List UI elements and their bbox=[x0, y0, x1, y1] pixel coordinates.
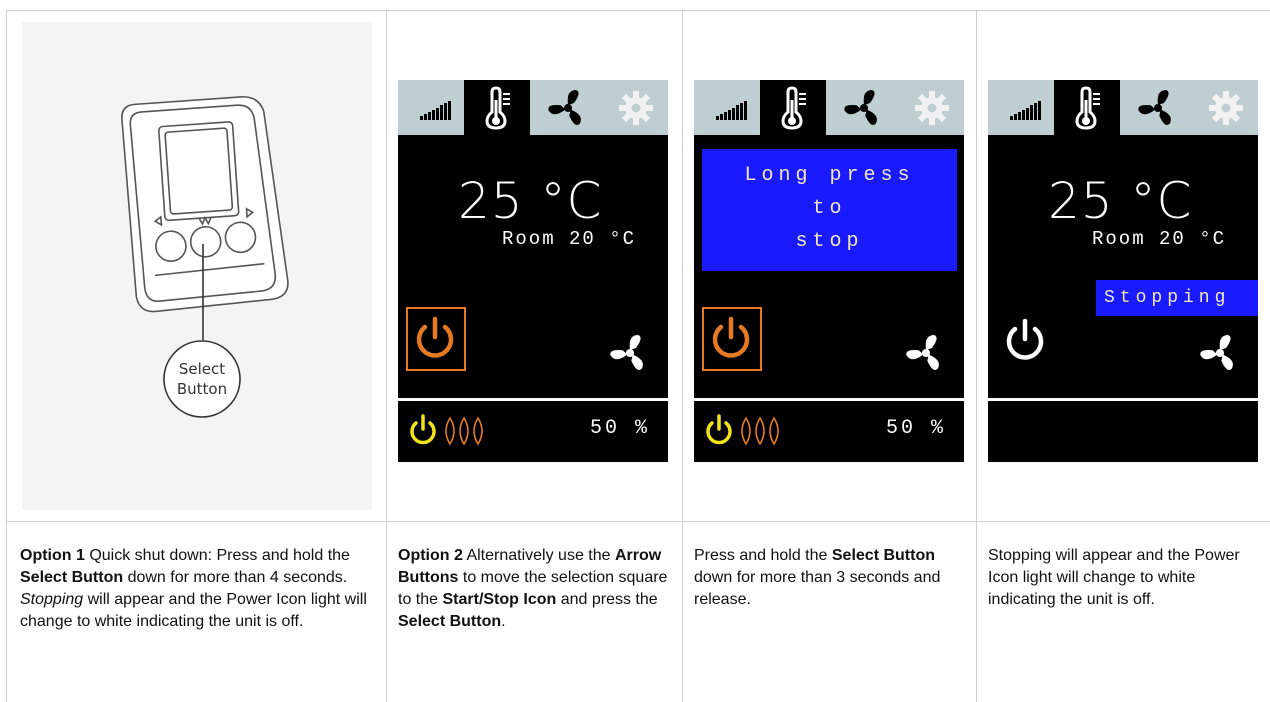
power-status-icon bbox=[410, 414, 436, 445]
device-illustration-panel: Select Button bbox=[22, 22, 372, 510]
long-press-message: Long press to stop bbox=[702, 149, 957, 271]
power-percentage: 50 % bbox=[590, 417, 651, 440]
column-divider-3 bbox=[976, 10, 977, 702]
signal-bars-icon bbox=[420, 101, 451, 120]
power-icon[interactable] bbox=[413, 315, 457, 361]
table-top-border bbox=[6, 10, 1270, 11]
fan-icon bbox=[844, 90, 877, 125]
signal-bars-icon bbox=[1010, 101, 1041, 120]
thermometer-icon bbox=[1075, 86, 1100, 130]
room-temperature: Room 20 °C bbox=[1092, 228, 1227, 250]
table-row-divider bbox=[6, 521, 1270, 522]
stopping-description: Stopping will appear and the Power Icon … bbox=[988, 547, 1240, 608]
power-percentage: 50 % bbox=[886, 417, 947, 440]
gear-icon bbox=[915, 91, 949, 125]
fan-mode-icon[interactable] bbox=[610, 333, 650, 373]
long-press-description: Press and hold the Select Button down fo… bbox=[694, 547, 941, 608]
gear-icon bbox=[619, 91, 653, 125]
set-temperature: 25 °C bbox=[458, 172, 603, 230]
column-divider-2 bbox=[682, 10, 683, 702]
power-icon[interactable] bbox=[709, 315, 753, 361]
signal-bars-icon bbox=[716, 101, 747, 120]
screen-option-2: 25 °C Room 20 °C 50 % bbox=[398, 80, 668, 462]
room-temperature: Room 20 °C bbox=[502, 228, 637, 250]
column-divider-1 bbox=[386, 10, 387, 702]
table-left-border bbox=[6, 10, 7, 702]
power-status-icon bbox=[706, 414, 732, 445]
stopping-status: Stopping bbox=[1096, 280, 1258, 316]
screen-divider bbox=[988, 398, 1258, 401]
fan-mode-icon[interactable] bbox=[906, 333, 946, 373]
screen-divider bbox=[398, 398, 668, 401]
thermometer-icon bbox=[485, 86, 510, 130]
select-button-callout-label: Select Button bbox=[176, 360, 228, 398]
option-1-description: Option 1 Quick shut down: Press and hold… bbox=[20, 547, 367, 630]
gear-icon bbox=[1209, 91, 1243, 125]
screen-divider bbox=[694, 398, 964, 401]
fan-mode-icon[interactable] bbox=[1200, 333, 1240, 373]
option-2-description: Option 2 Alternatively use the Arrow But… bbox=[398, 547, 668, 630]
heater-coils-icon bbox=[741, 416, 779, 446]
thermometer-icon bbox=[781, 86, 806, 130]
power-icon[interactable] bbox=[1003, 317, 1047, 363]
heater-coils-icon bbox=[445, 416, 483, 446]
set-temperature: 25 °C bbox=[1048, 172, 1193, 230]
fan-icon bbox=[548, 90, 581, 125]
controller-device-illustration bbox=[121, 96, 289, 418]
screen-long-press: Long press to stop 50 % bbox=[694, 80, 964, 462]
fan-icon bbox=[1138, 90, 1171, 125]
screen-stopping: 25 °C Room 20 °C Stopping bbox=[988, 80, 1258, 462]
